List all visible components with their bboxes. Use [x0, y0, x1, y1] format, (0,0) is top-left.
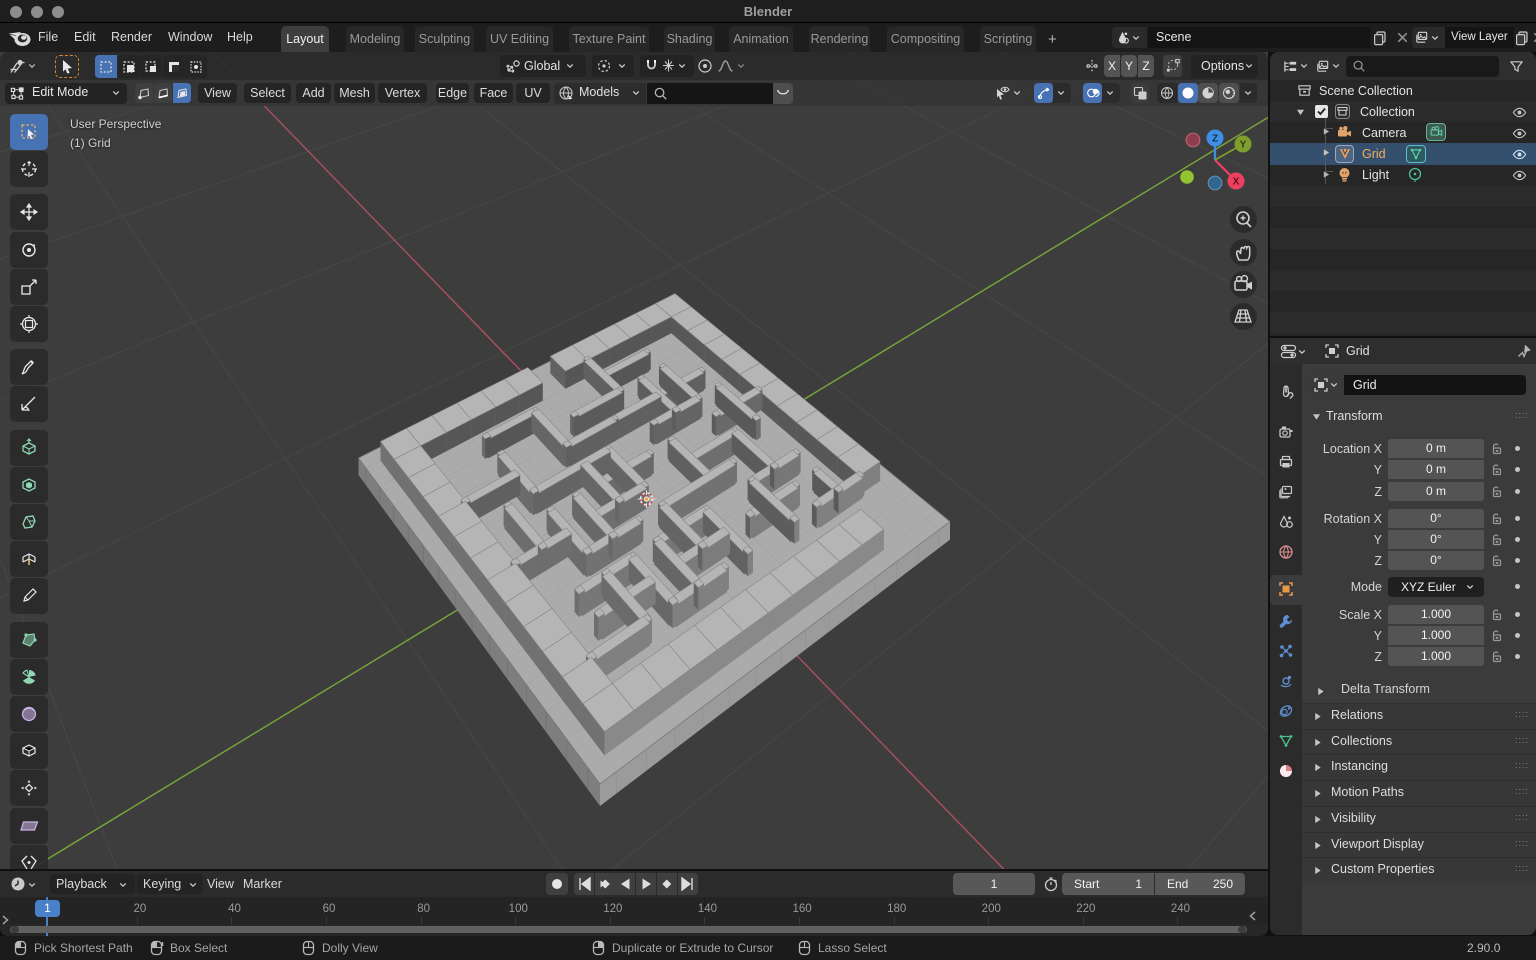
svg-text:Y: Y	[1240, 140, 1247, 151]
svg-text:X: X	[1233, 177, 1240, 188]
svg-text:Z: Z	[1212, 134, 1218, 145]
